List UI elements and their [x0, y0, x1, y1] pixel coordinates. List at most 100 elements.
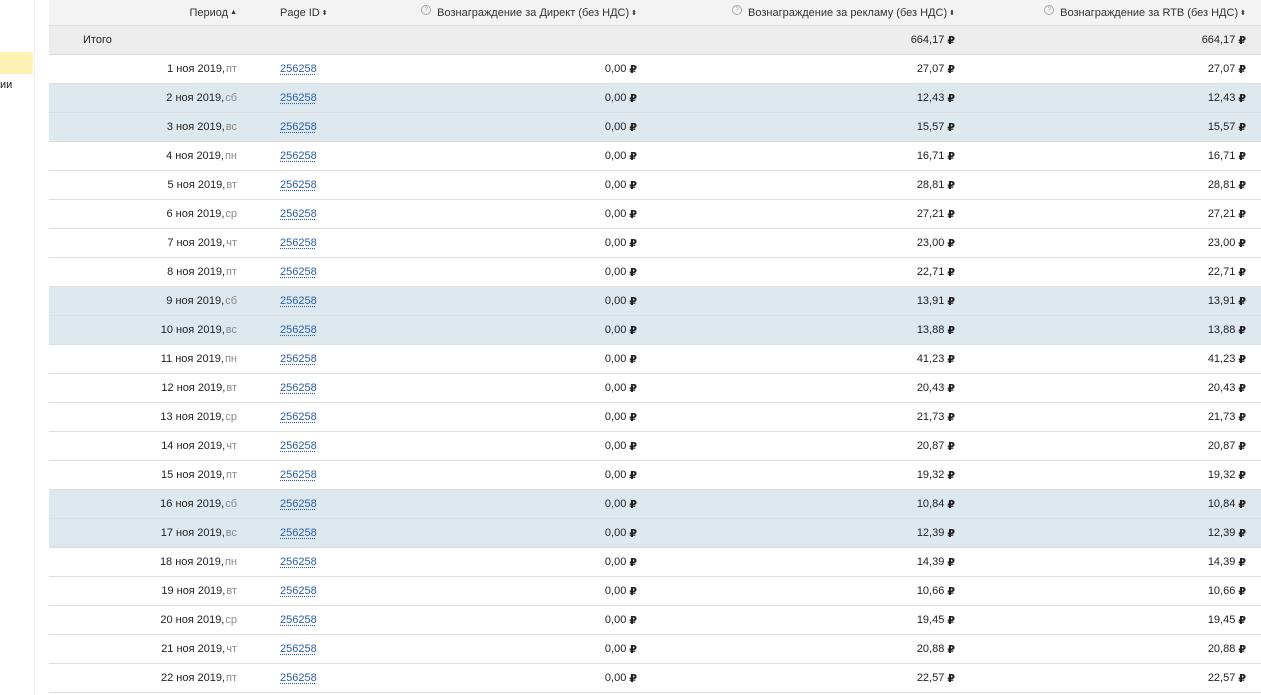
page-id-link[interactable]: 256258	[280, 179, 317, 191]
rtb-value: 20,87 ₽	[1207, 440, 1246, 453]
page-id-cell: 256258	[280, 287, 350, 315]
help-icon[interactable]: ?	[1044, 4, 1055, 15]
page-id-link[interactable]: 256258	[280, 382, 317, 394]
ruble-icon: ₽	[1238, 382, 1246, 395]
day-of-week: пт	[226, 63, 237, 75]
sort-icon: ⬍	[1240, 9, 1246, 17]
help-icon[interactable]: ?	[732, 4, 743, 15]
day-of-week: пт	[226, 469, 237, 481]
ruble-icon: ₽	[1238, 614, 1246, 627]
page-id-link[interactable]: 256258	[280, 150, 317, 162]
period-cell: 6 ноя 2019, ср	[49, 200, 237, 228]
sidebar-item-label[interactable]: ии	[0, 79, 12, 91]
column-header-period[interactable]: Период ▲	[49, 0, 237, 25]
page-id-cell: 256258	[280, 403, 350, 431]
page-id-link[interactable]: 256258	[280, 643, 317, 655]
ruble-icon: ₽	[947, 34, 955, 47]
rtb-value: 20,43 ₽	[1207, 382, 1246, 395]
direct-value: 0,00 ₽	[604, 237, 637, 250]
page-id-link[interactable]: 256258	[280, 63, 317, 75]
ruble-icon: ₽	[629, 643, 637, 656]
ruble-icon: ₽	[1238, 527, 1246, 540]
page-id-link[interactable]: 256258	[280, 440, 317, 452]
column-header-ads[interactable]: ? Вознаграждение за рекламу (без НДС) ⬍	[649, 0, 955, 25]
ruble-icon: ₽	[629, 585, 637, 598]
ruble-icon: ₽	[629, 353, 637, 366]
rtb-value: 15,57 ₽	[1207, 121, 1246, 134]
ads-value: 21,73 ₽	[916, 411, 955, 424]
ruble-icon: ₽	[629, 295, 637, 308]
day-of-week: пн	[224, 556, 237, 568]
ruble-icon: ₽	[947, 208, 955, 221]
ads-value: 27,21 ₽	[916, 208, 955, 221]
ruble-icon: ₽	[1238, 411, 1246, 424]
ruble-icon: ₽	[629, 150, 637, 163]
page-id-link[interactable]: 256258	[280, 585, 317, 597]
page-id-cell: 256258	[280, 606, 350, 634]
help-icon[interactable]: ?	[421, 4, 432, 15]
page-id-link[interactable]: 256258	[280, 527, 317, 539]
rtb-value: 41,23 ₽	[1207, 353, 1246, 366]
page-id-link[interactable]: 256258	[280, 614, 317, 626]
period-cell: 11 ноя 2019, пн	[49, 345, 237, 373]
ruble-icon: ₽	[1238, 237, 1246, 250]
sidebar-active-item[interactable]	[0, 52, 33, 74]
ruble-icon: ₽	[629, 237, 637, 250]
page-id-link[interactable]: 256258	[280, 556, 317, 568]
rtb-value: 27,21 ₽	[1207, 208, 1246, 221]
day-of-week: пт	[226, 266, 237, 278]
rtb-value: 10,84 ₽	[1207, 498, 1246, 511]
direct-value: 0,00 ₽	[604, 208, 637, 221]
page-id-link[interactable]: 256258	[280, 672, 317, 684]
table-row: 19 ноя 2019, вт 256258 0,00 ₽ 10,66 ₽ 10,66 ₽	[49, 577, 1261, 606]
page-id-cell: 256258	[280, 55, 350, 83]
table-row: 22 ноя 2019, пт 256258 0,00 ₽ 22,57 ₽ 22,57 ₽	[49, 664, 1261, 693]
date-text: 6 ноя 2019,	[166, 208, 225, 220]
ruble-icon: ₽	[947, 527, 955, 540]
ruble-icon: ₽	[1238, 440, 1246, 453]
page-id-cell: 256258	[280, 432, 350, 460]
direct-value: 0,00 ₽	[604, 643, 637, 656]
date-text: 18 ноя 2019,	[159, 556, 224, 568]
column-header-page-id[interactable]: Page ID ⬍	[280, 0, 350, 25]
ruble-icon: ₽	[947, 643, 955, 656]
page-id-link[interactable]: 256258	[280, 498, 317, 510]
ads-value: 12,43 ₽	[916, 92, 955, 105]
page-id-link[interactable]: 256258	[280, 353, 317, 365]
rtb-value: 23,00 ₽	[1207, 237, 1246, 250]
date-text: 7 ноя 2019,	[167, 237, 226, 249]
period-cell: 3 ноя 2019, вс	[49, 113, 237, 141]
ruble-icon: ₽	[947, 237, 955, 250]
page-id-link[interactable]: 256258	[280, 266, 317, 278]
date-text: 17 ноя 2019,	[160, 527, 225, 539]
page-id-cell: 256258	[280, 316, 350, 344]
page-id-link[interactable]: 256258	[280, 208, 317, 220]
ruble-icon: ₽	[947, 556, 955, 569]
date-text: 8 ноя 2019,	[167, 266, 225, 278]
rtb-value: 28,81 ₽	[1207, 179, 1246, 192]
ruble-icon: ₽	[629, 527, 637, 540]
table-body: 1 ноя 2019, пт 256258 0,00 ₽27,07 ₽27,07 ₽2 но…	[49, 55, 1261, 693]
date-text: 22 ноя 2019,	[160, 672, 225, 684]
ruble-icon: ₽	[629, 382, 637, 395]
page-id-link[interactable]: 256258	[280, 237, 317, 249]
page-id-cell: 256258	[280, 258, 350, 286]
day-of-week: вт	[226, 382, 237, 394]
page-id-link[interactable]: 256258	[280, 469, 317, 481]
ruble-icon: ₽	[1238, 556, 1246, 569]
page-id-link[interactable]: 256258	[280, 324, 317, 336]
ruble-icon: ₽	[1238, 324, 1246, 337]
table-row: 1 ноя 2019, пт 256258 0,00 ₽ 27,07 ₽ 27,07 ₽	[49, 55, 1261, 84]
day-of-week: пн	[224, 150, 237, 162]
ruble-icon: ₽	[947, 469, 955, 482]
page-id-link[interactable]: 256258	[280, 121, 317, 133]
column-header-rtb[interactable]: ? Вознаграждение за RTB (без НДС) ⬍	[959, 0, 1246, 25]
ruble-icon: ₽	[1238, 208, 1246, 221]
column-header-direct[interactable]: ? Вознаграждение за Директ (без НДС) ⬍	[349, 0, 637, 25]
page-id-link[interactable]: 256258	[280, 295, 317, 307]
page-id-link[interactable]: 256258	[280, 92, 317, 104]
ads-value: 28,81 ₽	[916, 179, 955, 192]
page-id-link[interactable]: 256258	[280, 411, 317, 423]
table-row: 7 ноя 2019, чт 256258 0,00 ₽ 23,00 ₽ 23,00 ₽	[49, 229, 1261, 258]
day-of-week: чт	[226, 643, 237, 655]
